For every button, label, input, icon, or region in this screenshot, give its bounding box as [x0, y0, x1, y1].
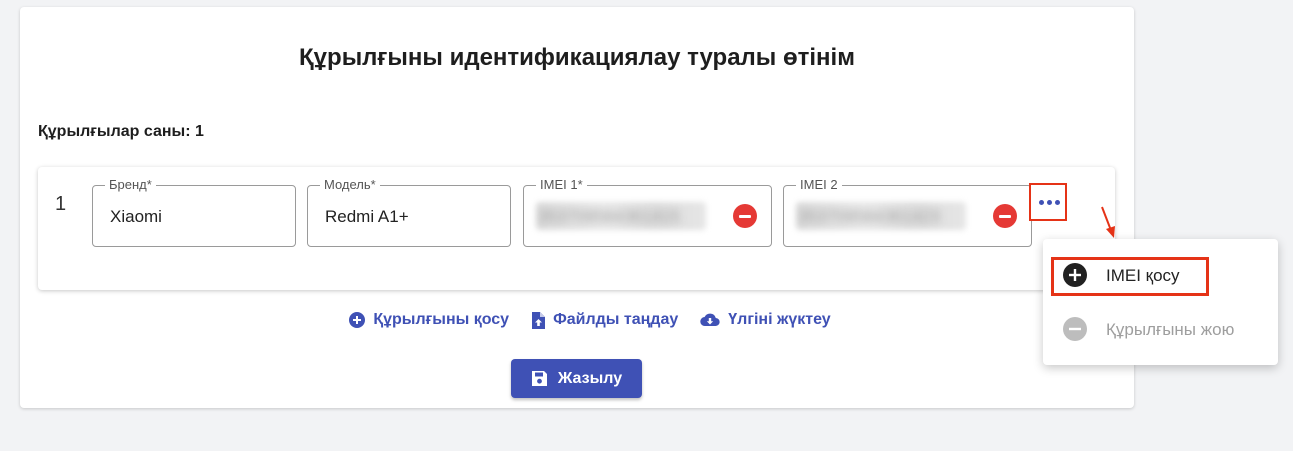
- page-title: Құрылғыны идентификациялау туралы өтінім: [299, 44, 855, 71]
- remove-imei1-icon[interactable]: [733, 204, 757, 228]
- pointer-arrow-icon: [1101, 206, 1115, 238]
- choose-file-button[interactable]: Файлды таңдау: [531, 311, 678, 329]
- more-options-button[interactable]: [1029, 183, 1067, 221]
- model-field-value: Redmi A1+: [325, 207, 409, 226]
- device-row-number: 1: [55, 193, 67, 215]
- download-template-button[interactable]: Үлгіні жүктеу: [700, 311, 831, 329]
- application-card: Құрылғыны идентификациялау туралы өтінім…: [20, 7, 1134, 408]
- device-count: Құрылғылар саны: 1: [38, 123, 204, 140]
- more-horizontal-icon: [1039, 200, 1060, 205]
- floppy-disk-icon: [531, 371, 547, 386]
- brand-field-value: Xiaomi: [110, 207, 162, 226]
- add-device-label: Құрылғыны қосу: [373, 311, 510, 328]
- save-button[interactable]: Жазылу: [511, 359, 642, 398]
- menu-item-remove-device: Құрылғыны жою: [1043, 307, 1278, 351]
- imei1-field[interactable]: IMEI 1* 353709584361415: [523, 177, 772, 247]
- brand-field-label: Бренд*: [105, 177, 156, 192]
- download-template-label: Үлгіні жүктеу: [728, 311, 831, 328]
- save-button-label: Жазылу: [557, 369, 623, 387]
- imei1-field-label: IMEI 1*: [536, 177, 587, 192]
- cloud-download-icon: [700, 313, 720, 327]
- context-menu: IMEI қосу Құрылғыны жою: [1043, 239, 1278, 365]
- imei2-field-label: IMEI 2: [796, 177, 842, 192]
- imei2-field-value: 353709584361423: [798, 207, 940, 226]
- model-field-label: Модель*: [320, 177, 380, 192]
- add-imei-highlight: [1051, 257, 1209, 296]
- plus-circle-icon: [349, 312, 366, 328]
- remove-device-label: Құрылғыны жою: [1106, 320, 1235, 339]
- imei2-field[interactable]: IMEI 2 353709584361423: [783, 177, 1032, 247]
- device-row: 1 Бренд* Xiaomi Модель* Redmi A1+ IMEI 1…: [38, 167, 1115, 290]
- choose-file-label: Файлды таңдау: [553, 311, 679, 328]
- model-field[interactable]: Модель* Redmi A1+: [307, 177, 511, 247]
- row-actions: Құрылғыны қосу Файлды таңдау Үлгіні жүкт…: [20, 311, 1134, 329]
- add-device-button[interactable]: Құрылғыны қосу: [349, 311, 509, 329]
- brand-field[interactable]: Бренд* Xiaomi: [92, 177, 296, 247]
- minus-circle-icon: [1063, 317, 1087, 341]
- remove-imei2-icon[interactable]: [993, 204, 1017, 228]
- file-upload-icon: [532, 311, 546, 329]
- imei1-field-value: 353709584361415: [538, 207, 680, 226]
